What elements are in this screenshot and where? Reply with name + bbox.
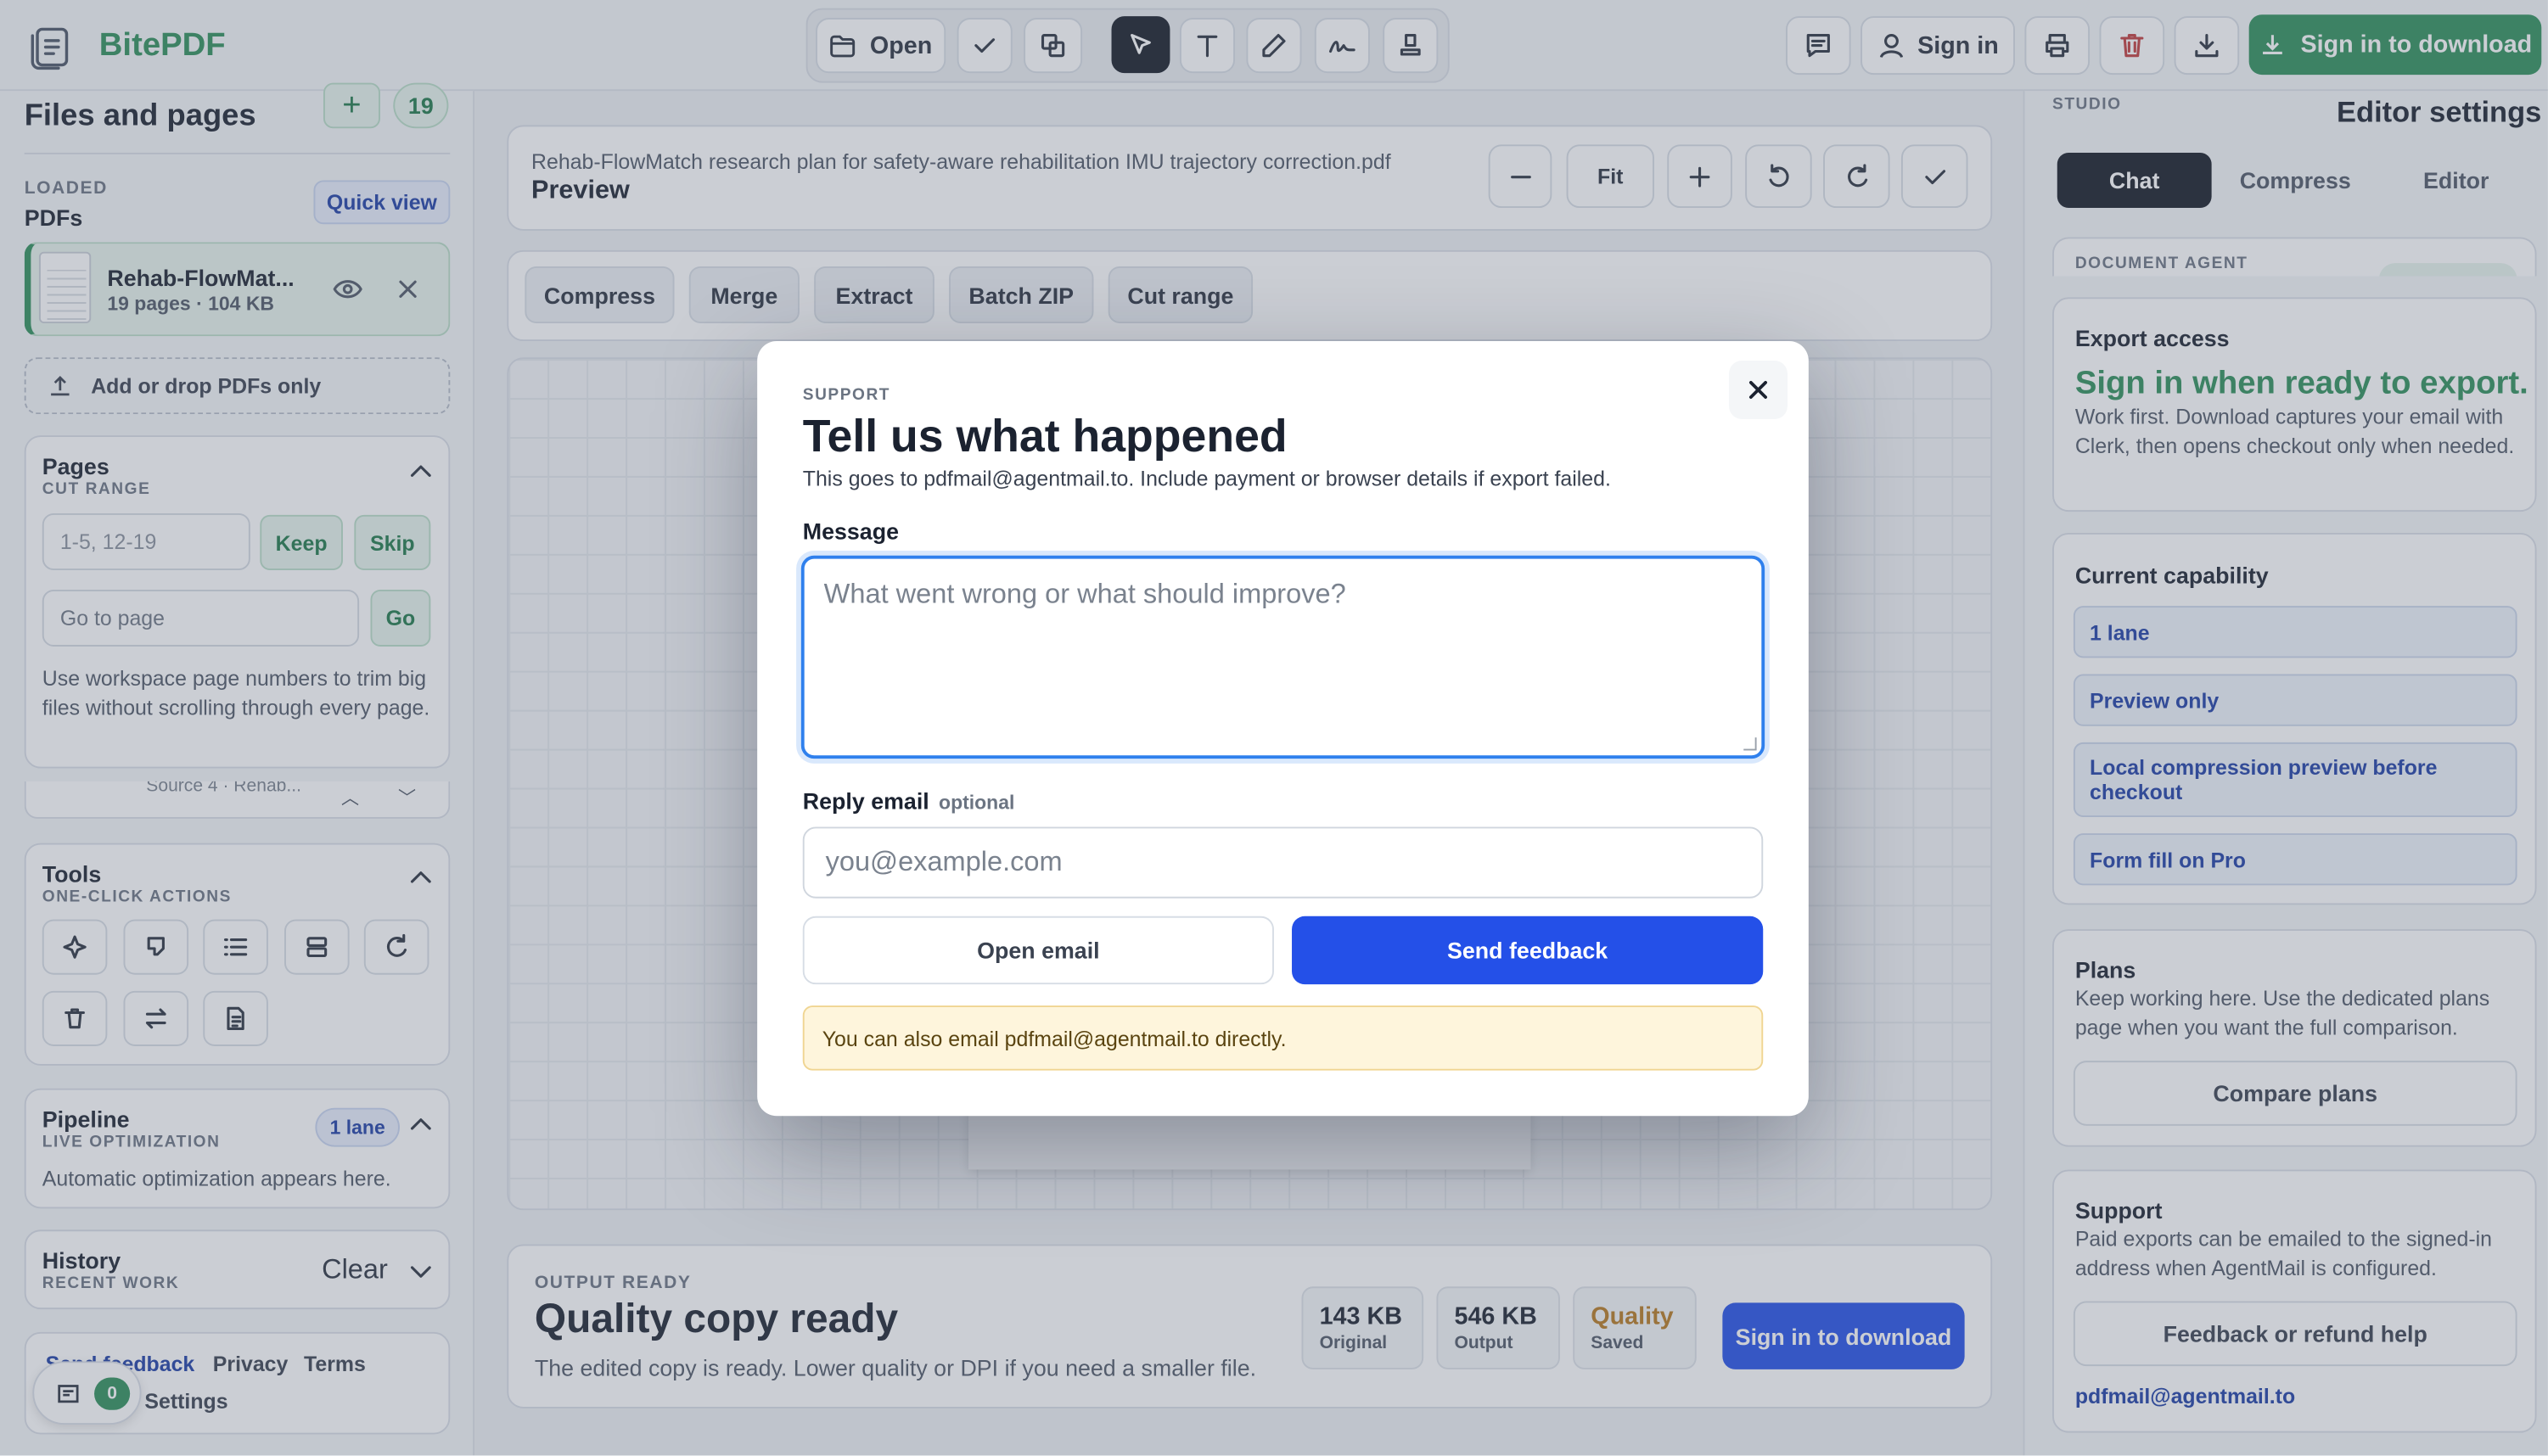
message-textarea[interactable]: What went wrong or what should improve? bbox=[800, 555, 1765, 759]
open-email-button[interactable]: Open email bbox=[802, 916, 1274, 985]
reply-email-label: Reply email optional bbox=[803, 788, 1015, 815]
resize-handle-icon bbox=[1743, 737, 1757, 751]
close-icon bbox=[1748, 380, 1767, 399]
message-label: Message bbox=[802, 518, 900, 545]
modal-subtitle: This goes to pdfmail@agentmail.to. Inclu… bbox=[802, 466, 1611, 491]
email-note: You can also email pdfmail@agentmail.to … bbox=[802, 1005, 1764, 1071]
optional-tag: optional bbox=[939, 791, 1015, 815]
modal-title: Tell us what happened bbox=[802, 411, 1288, 462]
reply-email-input[interactable]: you@example.com bbox=[802, 826, 1764, 899]
reply-email-text: Reply email bbox=[802, 787, 929, 815]
modal-close-button[interactable] bbox=[1729, 361, 1788, 419]
send-feedback-button[interactable]: Send feedback bbox=[1292, 916, 1764, 985]
modal-caption: SUPPORT bbox=[802, 386, 891, 405]
support-modal: SUPPORT Tell us what happened This goes … bbox=[757, 341, 1809, 1117]
message-placeholder: What went wrong or what should improve? bbox=[823, 578, 1346, 609]
